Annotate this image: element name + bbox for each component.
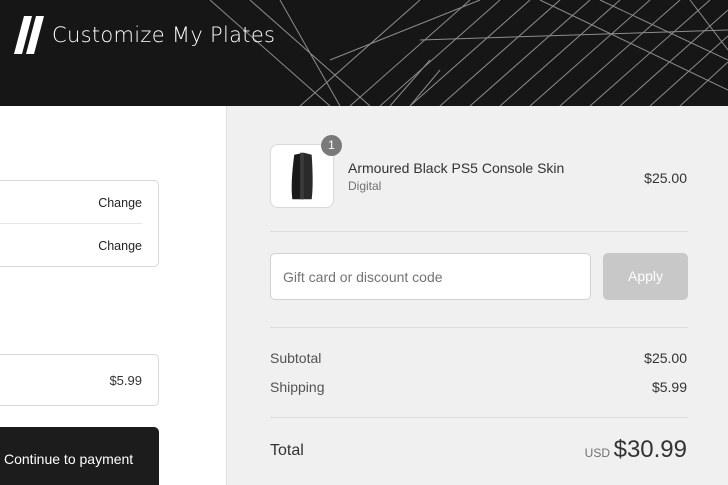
quantity-badge: 1 — [321, 135, 342, 156]
checkout-main: Change Change $5.99 Continue to payment — [0, 106, 226, 485]
change-link[interactable]: Change — [98, 196, 142, 210]
divider — [270, 231, 688, 232]
change-link[interactable]: Change — [98, 239, 142, 253]
review-block: Change Change — [0, 180, 159, 267]
review-row: Change — [0, 181, 142, 224]
divider — [270, 417, 688, 418]
subtotal-value: $25.00 — [644, 350, 687, 366]
discount-code-input[interactable] — [270, 253, 591, 300]
apply-discount-button[interactable]: Apply — [603, 253, 688, 300]
subtotal-label: Subtotal — [270, 350, 322, 366]
order-summary: 1 Armoured Black PS5 Console Skin Digita… — [226, 106, 728, 485]
brand-logo[interactable]: Customize My Plates — [14, 16, 275, 54]
total-currency: USD — [584, 446, 610, 460]
divider — [270, 327, 688, 328]
total-value: $30.99 — [613, 436, 687, 463]
product-name: Armoured Black PS5 Console Skin — [348, 160, 565, 176]
double-slash-logo-icon — [14, 16, 44, 54]
shipping-method-price: $5.99 — [109, 373, 142, 388]
site-header: Customize My Plates — [0, 0, 728, 106]
brand-name: Customize My Plates — [52, 23, 276, 47]
continue-button-label: Continue to payment — [4, 451, 134, 467]
ps5-console-icon — [291, 152, 313, 200]
review-row: Change — [0, 224, 158, 267]
continue-to-payment-button[interactable]: Continue to payment — [0, 427, 159, 485]
shipping-label: Shipping — [270, 379, 325, 395]
product-variant: Digital — [348, 179, 382, 193]
shipping-value: $5.99 — [651, 379, 687, 395]
shipping-method-option[interactable]: $5.99 — [0, 354, 159, 406]
product-price: $25.00 — [644, 170, 687, 186]
total-label: Total — [270, 442, 304, 459]
